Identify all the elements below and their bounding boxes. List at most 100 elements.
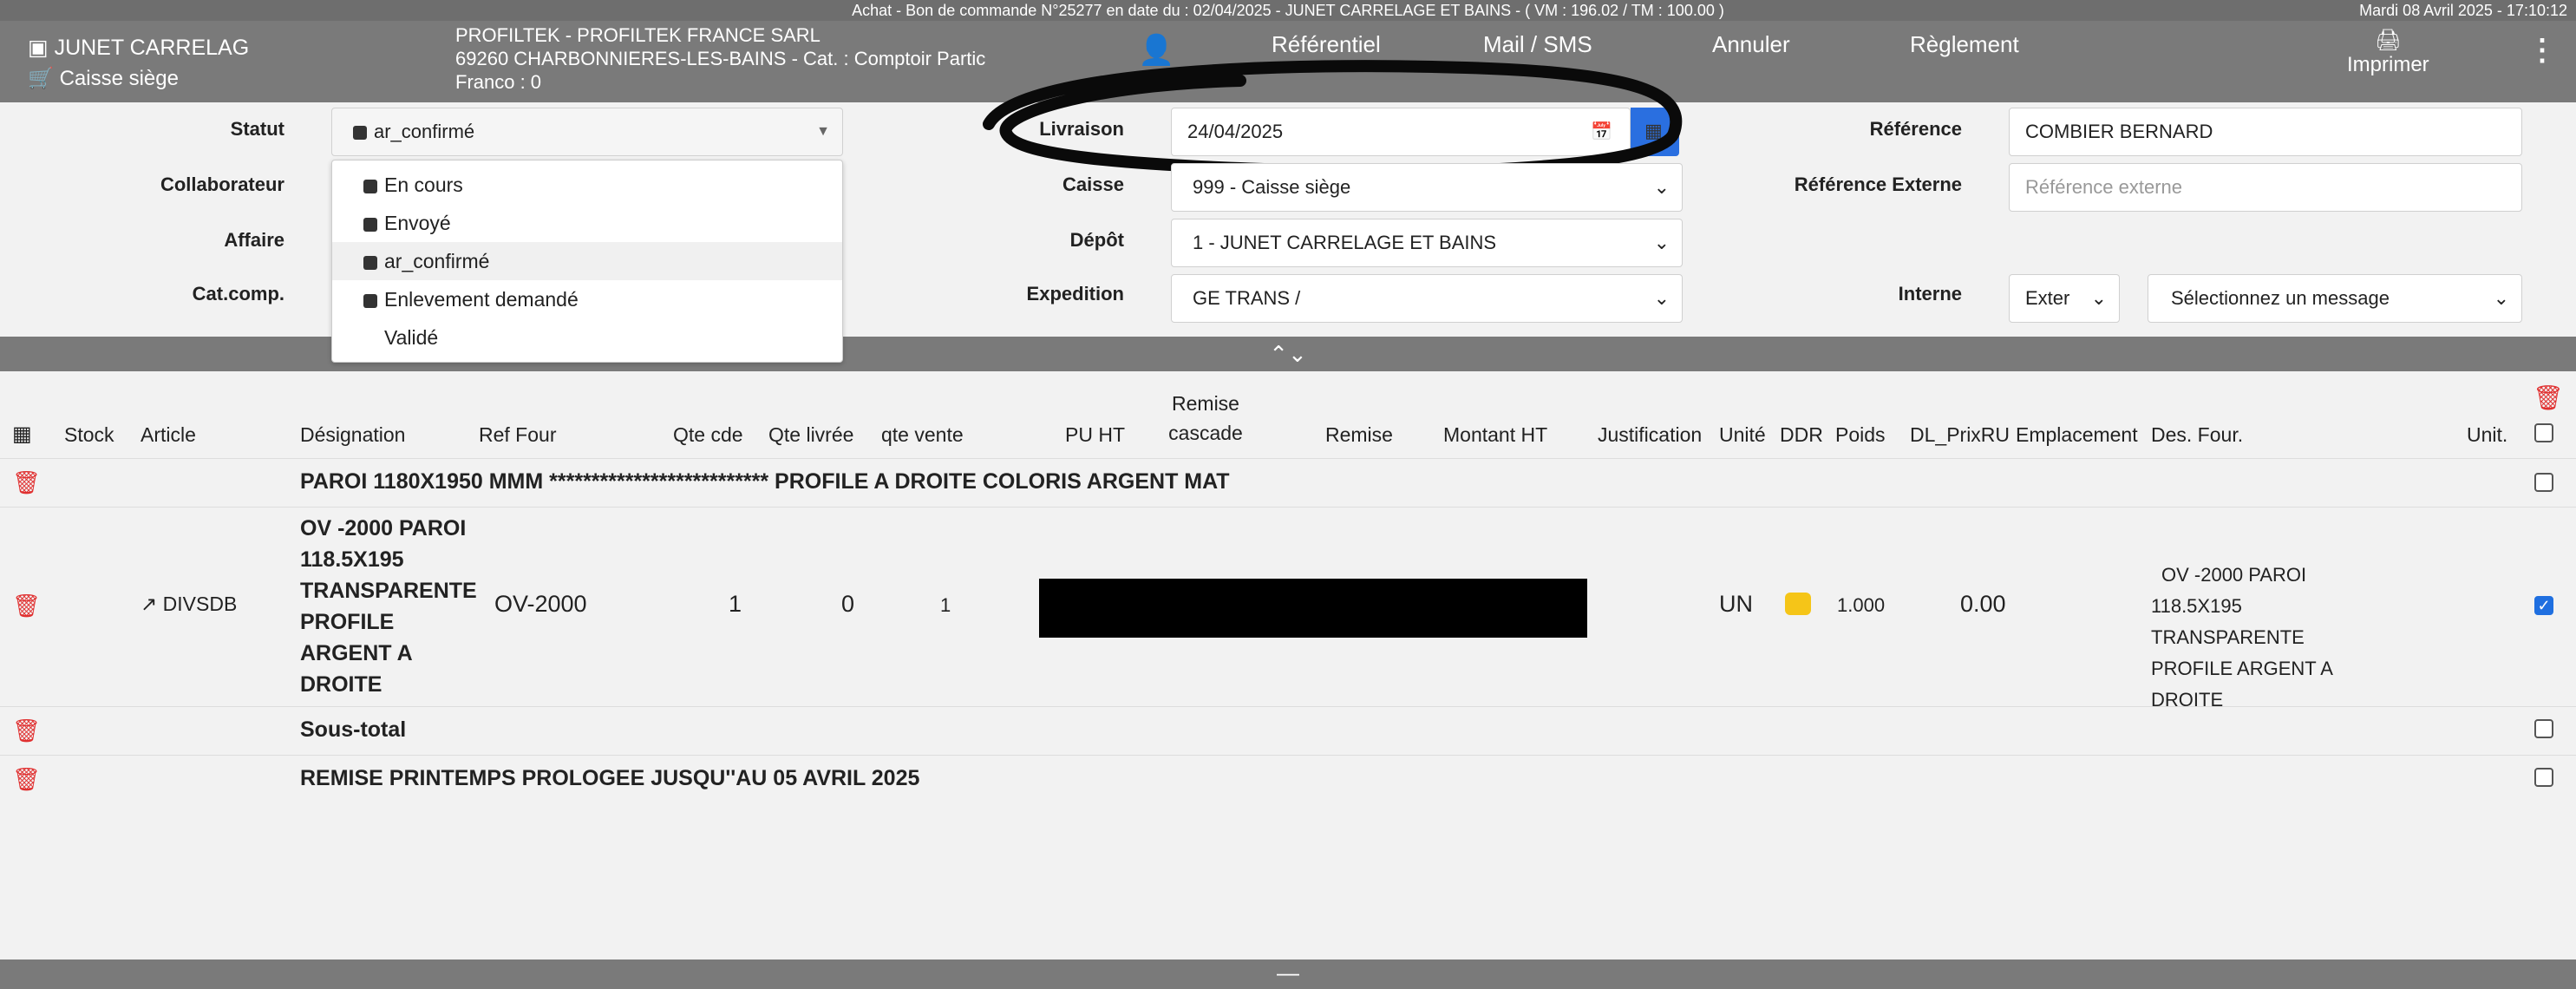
kebab-menu-icon[interactable]: ⋮ xyxy=(2527,33,2557,68)
cart-icon: 🛒 xyxy=(28,67,54,90)
menu-annuler[interactable]: Annuler xyxy=(1712,31,1790,58)
caisse-value: 999 - Caisse siège xyxy=(1193,176,1351,198)
col-qte-livree: Qte livrée xyxy=(768,423,854,446)
depot-value: 1 - JUNET CARRELAGE ET BAINS xyxy=(1193,232,1497,253)
col-article: Article xyxy=(141,423,196,446)
supplier-address: 69260 CHARBONNIERES-LES-BAINS - Cat. : C… xyxy=(455,48,986,69)
delete-all-trash-icon[interactable]: 🗑 xyxy=(2533,383,2564,412)
external-link-icon: ↗ xyxy=(141,593,158,615)
qte-cde-value[interactable]: 1 xyxy=(729,591,742,618)
affaire-label: Affaire xyxy=(224,229,284,251)
status-option-label: Enlevement demandé xyxy=(384,288,579,311)
col-ddr: DDR xyxy=(1780,423,1823,446)
message-value: Sélectionnez un message xyxy=(2171,287,2390,309)
message-select[interactable]: Sélectionnez un message ⌄ xyxy=(2148,274,2522,323)
menu-reglement[interactable]: Règlement xyxy=(1910,31,2019,58)
comment-text: PAROI 1180X1950 MMM ********************… xyxy=(300,469,1230,494)
row-checkbox[interactable] xyxy=(2534,768,2553,787)
title-bar: Achat - Bon de commande N°25277 en date … xyxy=(0,0,2576,21)
trash-icon[interactable]: 🗑 xyxy=(12,469,41,495)
col-dl-prixru: DL_PrixRU xyxy=(1910,423,2010,446)
col-poids: Poids xyxy=(1835,423,1886,446)
reference-label: Référence xyxy=(1869,118,1962,140)
interne-select[interactable]: Exter ⌄ xyxy=(2009,274,2120,323)
chevron-down-icon: ⌄ xyxy=(1653,176,1670,198)
depot-select[interactable]: 1 - JUNET CARRELAGE ET BAINS ⌄ xyxy=(1171,219,1683,267)
col-designation: Désignation xyxy=(300,423,406,446)
print-label: Imprimer xyxy=(2347,53,2429,76)
order-lines-table: ▦ Stock Article Désignation Ref Four Qte… xyxy=(0,371,2576,960)
article-link[interactable]: ↗ DIVSDB xyxy=(141,593,237,616)
trash-icon[interactable]: 🗑 xyxy=(12,766,41,792)
chevron-down-icon: ⌄ xyxy=(1653,232,1670,253)
chevron-down-icon: ⌄ xyxy=(2493,287,2509,309)
supplier-name: PROFILTEK - PROFILTEK FRANCE SARL xyxy=(455,24,821,46)
redacted-block xyxy=(1039,579,1587,638)
refext-input[interactable]: Référence externe xyxy=(2009,163,2522,212)
select-all-checkbox[interactable] xyxy=(2534,423,2553,442)
subtotal-label: Sous-total xyxy=(300,717,407,742)
col-unit: Unit. xyxy=(2467,423,2508,446)
ref-four-text: OV-2000 xyxy=(494,591,587,617)
statut-dropdown: En cours Envoyé ar_confirmé Enlevement d… xyxy=(331,160,843,363)
status-option-envoye[interactable]: Envoyé xyxy=(332,204,842,242)
supplier-info[interactable]: PROFILTEK - PROFILTEK FRANCE SARL 69260 … xyxy=(455,23,985,94)
store-name: JUNET CARRELAG xyxy=(54,36,250,60)
qte-livree-value[interactable]: 0 xyxy=(841,591,854,618)
status-option-valide[interactable]: Validé xyxy=(332,318,842,357)
table-row: 🗑 PAROI 1180X1950 MMM ******************… xyxy=(0,458,2576,507)
interne-label: Interne xyxy=(1898,283,1962,305)
expedition-label: Expedition xyxy=(1026,283,1124,305)
chevron-down-icon: ⌄ xyxy=(2090,287,2107,309)
chevron-up-down-icon: ⌃⌄ xyxy=(1269,341,1307,367)
expedition-value: GE TRANS / xyxy=(1193,287,1301,309)
status-square-icon xyxy=(363,293,377,308)
bottom-collapse-bar[interactable]: — xyxy=(0,960,2576,989)
unite-value: UN xyxy=(1719,591,1753,617)
store-block[interactable]: ▣ JUNET CARRELAG xyxy=(28,35,249,61)
table-row: 🗑 ↗ DIVSDB OV -2000 PAROI 118.5X195 TRAN… xyxy=(0,507,2576,711)
status-square-icon xyxy=(363,255,377,270)
col-remise-cascade: Remise cascade xyxy=(1168,392,1243,444)
qte-vente-value[interactable]: 1 xyxy=(940,594,951,617)
status-option-label: Envoyé xyxy=(384,212,451,234)
menu-referentiel[interactable]: Référentiel xyxy=(1272,31,1381,58)
caisse-name: Caisse siège xyxy=(59,67,179,90)
inbox-icon[interactable] xyxy=(1785,593,1811,615)
dl-prixru-value: 0.00 xyxy=(1960,591,2006,617)
row-checkbox[interactable] xyxy=(2534,719,2553,738)
catcomp-label: Cat.comp. xyxy=(192,283,284,305)
trash-icon[interactable]: 🗑 xyxy=(12,593,41,619)
status-option-enlevement[interactable]: Enlevement demandé xyxy=(332,280,842,318)
trash-icon[interactable]: 🗑 xyxy=(12,717,41,743)
store-icon: ▣ xyxy=(28,36,49,60)
status-square-icon xyxy=(363,179,377,193)
row-checkbox-checked[interactable]: ✓ xyxy=(2534,596,2553,615)
reference-input[interactable]: COMBIER BERNARD xyxy=(2009,108,2522,156)
status-square-icon xyxy=(363,217,377,232)
menu-mail-sms[interactable]: Mail / SMS xyxy=(1483,31,1592,58)
statut-value: ar_confirmé xyxy=(374,121,475,142)
table-grid-icon[interactable]: ▦ xyxy=(12,420,32,449)
caisse-block[interactable]: 🛒 Caisse siège xyxy=(28,66,179,91)
col-ref-four: Ref Four xyxy=(479,423,557,446)
des-four-text: OV -2000 PAROI 118.5X195 TRANSPARENTE PR… xyxy=(2151,564,2332,711)
status-square-icon xyxy=(353,126,367,141)
designation-text: OV -2000 PAROI 118.5X195 TRANSPARENTE PR… xyxy=(300,516,477,697)
expedition-select[interactable]: GE TRANS / ⌄ xyxy=(1171,274,1683,323)
table-row: 🗑 Sous-total xyxy=(0,706,2576,755)
col-montant-ht: Montant HT xyxy=(1443,423,1548,446)
row-checkbox[interactable] xyxy=(2534,473,2553,492)
status-option-ar-confirme[interactable]: ar_confirmé xyxy=(332,242,842,280)
status-option-en-cours[interactable]: En cours xyxy=(332,166,842,204)
col-emplacement: Emplacement xyxy=(2016,423,2138,446)
article-code: DIVSDB xyxy=(162,593,238,615)
col-stock: Stock xyxy=(64,423,114,446)
print-button[interactable]: 🖨 Imprimer xyxy=(2347,28,2429,77)
caisse-select[interactable]: 999 - Caisse siège ⌄ xyxy=(1171,163,1683,212)
document-title: Achat - Bon de commande N°25277 en date … xyxy=(852,2,1724,19)
statut-select[interactable]: ar_confirmé ▼ xyxy=(331,108,843,156)
col-justification: Justification xyxy=(1598,423,1703,446)
col-pu-ht: PU HT xyxy=(1065,423,1125,446)
status-option-label: En cours xyxy=(384,174,463,196)
